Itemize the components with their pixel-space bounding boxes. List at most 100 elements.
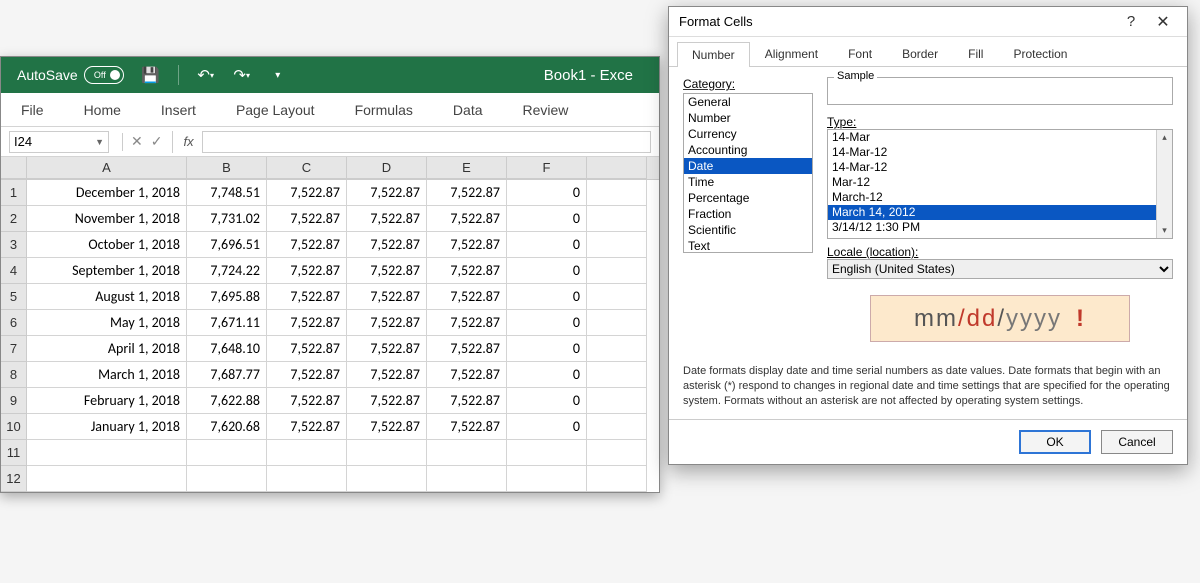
dialog-tab-font[interactable]: Font — [833, 41, 887, 66]
cell[interactable] — [587, 180, 647, 206]
cancel-button[interactable]: Cancel — [1101, 430, 1173, 454]
cell[interactable]: March 1, 2018 — [27, 362, 187, 388]
type-item[interactable]: 14-Mar-12 — [828, 160, 1172, 175]
category-list[interactable]: GeneralNumberCurrencyAccountingDateTimeP… — [683, 93, 813, 253]
col-header-g[interactable] — [587, 157, 647, 179]
cell[interactable]: 0 — [507, 258, 587, 284]
cell[interactable]: 7,522.87 — [427, 310, 507, 336]
cell[interactable]: 7,522.87 — [267, 336, 347, 362]
cell[interactable]: September 1, 2018 — [27, 258, 187, 284]
col-header-a[interactable]: A — [27, 157, 187, 179]
cell[interactable]: February 1, 2018 — [27, 388, 187, 414]
col-header-e[interactable]: E — [427, 157, 507, 179]
cell[interactable] — [587, 284, 647, 310]
row-header[interactable]: 4 — [1, 258, 27, 284]
row-header[interactable]: 10 — [1, 414, 27, 440]
cell[interactable]: 7,522.87 — [267, 284, 347, 310]
ribbon-tab-page-layout[interactable]: Page Layout — [216, 93, 335, 127]
scroll-down-icon[interactable]: ▾ — [1162, 223, 1167, 238]
type-item[interactable]: 3/14/12 1:30 PM — [828, 220, 1172, 235]
scroll-up-icon[interactable]: ▴ — [1162, 130, 1167, 145]
cancel-formula-icon[interactable]: ✕ — [131, 133, 143, 150]
help-icon[interactable]: ? — [1117, 13, 1145, 30]
cell[interactable] — [347, 440, 427, 466]
cell[interactable]: 7,522.87 — [427, 336, 507, 362]
cell[interactable]: 7,522.87 — [267, 232, 347, 258]
col-header-c[interactable]: C — [267, 157, 347, 179]
cell[interactable]: 0 — [507, 232, 587, 258]
ribbon-tab-formulas[interactable]: Formulas — [335, 93, 433, 127]
category-item[interactable]: Scientific — [684, 222, 812, 238]
cell[interactable]: 7,622.88 — [187, 388, 267, 414]
cell[interactable]: 7,724.22 — [187, 258, 267, 284]
cell[interactable]: 7,522.87 — [427, 180, 507, 206]
cell[interactable]: 7,522.87 — [347, 284, 427, 310]
category-item[interactable]: Text — [684, 238, 812, 253]
cell[interactable]: 0 — [507, 336, 587, 362]
cell[interactable]: 7,620.68 — [187, 414, 267, 440]
cell[interactable]: 7,522.87 — [427, 206, 507, 232]
cell[interactable]: October 1, 2018 — [27, 232, 187, 258]
cell[interactable] — [187, 466, 267, 492]
row-header[interactable]: 6 — [1, 310, 27, 336]
cell[interactable] — [347, 466, 427, 492]
autosave-toggle[interactable]: AutoSave Off — [17, 66, 124, 84]
cell[interactable] — [267, 466, 347, 492]
undo-icon[interactable]: ↶▾ — [197, 66, 215, 84]
cell[interactable]: 7,522.87 — [267, 414, 347, 440]
dialog-tab-protection[interactable]: Protection — [998, 41, 1082, 66]
redo-icon[interactable]: ↷▾ — [233, 66, 251, 84]
cell[interactable]: 7,648.10 — [187, 336, 267, 362]
category-item[interactable]: General — [684, 94, 812, 110]
row-header[interactable]: 2 — [1, 206, 27, 232]
cell[interactable]: 7,671.11 — [187, 310, 267, 336]
type-item[interactable]: March 14, 2012 — [828, 205, 1172, 220]
cell[interactable] — [587, 440, 647, 466]
cell[interactable]: 0 — [507, 414, 587, 440]
cell[interactable] — [187, 440, 267, 466]
cell[interactable]: 7,522.87 — [427, 258, 507, 284]
cell[interactable]: August 1, 2018 — [27, 284, 187, 310]
cell[interactable]: 0 — [507, 310, 587, 336]
cell[interactable]: 7,687.77 — [187, 362, 267, 388]
cell[interactable] — [587, 258, 647, 284]
col-header-b[interactable]: B — [187, 157, 267, 179]
category-item[interactable]: Currency — [684, 126, 812, 142]
ribbon-tab-review[interactable]: Review — [503, 93, 589, 127]
dialog-tab-fill[interactable]: Fill — [953, 41, 998, 66]
cell[interactable]: 7,522.87 — [427, 362, 507, 388]
row-header[interactable]: 5 — [1, 284, 27, 310]
cell[interactable] — [587, 232, 647, 258]
cell[interactable] — [587, 388, 647, 414]
cell[interactable] — [587, 206, 647, 232]
cell[interactable]: November 1, 2018 — [27, 206, 187, 232]
cell[interactable] — [267, 440, 347, 466]
type-item[interactable]: 14-Mar-12 — [828, 145, 1172, 160]
cell[interactable] — [27, 440, 187, 466]
cell[interactable]: 7,522.87 — [267, 206, 347, 232]
chevron-down-icon[interactable]: ▼ — [95, 137, 104, 147]
cell[interactable] — [27, 466, 187, 492]
category-item[interactable]: Accounting — [684, 142, 812, 158]
col-header-f[interactable]: F — [507, 157, 587, 179]
row-header[interactable]: 3 — [1, 232, 27, 258]
dialog-tab-alignment[interactable]: Alignment — [750, 41, 833, 66]
ribbon-tab-file[interactable]: File — [1, 93, 64, 127]
cell[interactable] — [587, 414, 647, 440]
cell[interactable]: 7,522.87 — [347, 232, 427, 258]
cell[interactable]: 7,522.87 — [427, 284, 507, 310]
cell[interactable]: 7,695.88 — [187, 284, 267, 310]
scrollbar[interactable]: ▴▾ — [1156, 130, 1172, 238]
cell[interactable]: April 1, 2018 — [27, 336, 187, 362]
toggle-switch[interactable]: Off — [84, 66, 124, 84]
cell[interactable] — [507, 440, 587, 466]
cell[interactable]: May 1, 2018 — [27, 310, 187, 336]
col-header-d[interactable]: D — [347, 157, 427, 179]
cell[interactable]: 7,522.87 — [347, 388, 427, 414]
cell[interactable]: 7,522.87 — [347, 414, 427, 440]
row-header[interactable]: 11 — [1, 440, 27, 466]
row-header[interactable]: 12 — [1, 466, 27, 492]
cell[interactable]: 7,522.87 — [347, 310, 427, 336]
cell[interactable]: 0 — [507, 388, 587, 414]
cell[interactable]: 7,522.87 — [347, 362, 427, 388]
